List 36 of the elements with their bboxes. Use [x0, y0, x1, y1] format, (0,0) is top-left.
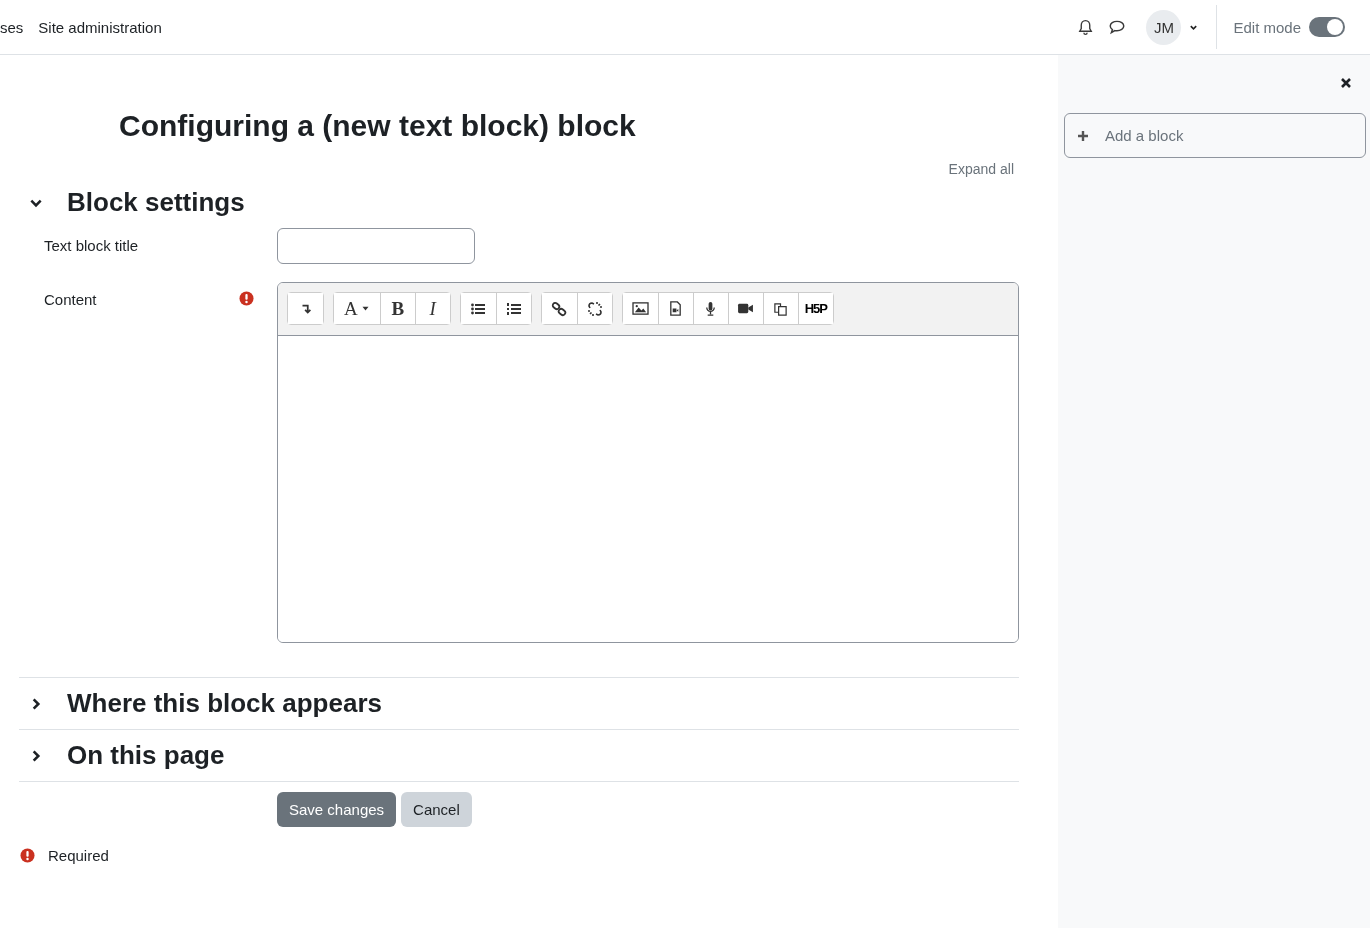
- caret-icon: [360, 305, 370, 312]
- section-heading[interactable]: Block settings: [67, 187, 245, 218]
- chat-bubble-icon[interactable]: [1108, 18, 1127, 36]
- unlink-button[interactable]: [576, 293, 612, 324]
- cancel-button[interactable]: Cancel: [401, 792, 472, 827]
- field-label: Text block title: [44, 237, 139, 254]
- add-block-button[interactable]: Add a block: [1064, 113, 1366, 158]
- edit-mode-toggle[interactable]: [1309, 17, 1345, 37]
- save-button[interactable]: Save changes: [277, 792, 397, 827]
- edit-mode-label: Edit mode: [1233, 18, 1301, 36]
- file-icon: [668, 301, 684, 316]
- numbered-list-icon: [505, 300, 522, 317]
- title-input-field[interactable]: [277, 228, 475, 264]
- collapse-button[interactable]: [288, 293, 323, 324]
- required-note: Required: [48, 847, 109, 864]
- logo-button[interactable]: H5P: [797, 293, 834, 324]
- plus-icon: [1077, 129, 1089, 142]
- field-label: Content: [44, 291, 97, 308]
- page-title: Configuring a (new text block) block: [119, 108, 637, 144]
- bell-icon[interactable]: [1077, 18, 1095, 36]
- expand-all-link[interactable]: Expand all: [948, 161, 1014, 177]
- video-camera-icon: [737, 302, 755, 315]
- broken-link-icon: [586, 300, 603, 317]
- section-heading[interactable]: On this page: [67, 740, 225, 771]
- link-icon: [551, 300, 568, 317]
- required-icon: [20, 848, 35, 863]
- nav-link[interactable]: ses: [0, 18, 24, 36]
- copy-icon: [773, 301, 789, 316]
- user-avatar[interactable]: JM: [1146, 9, 1182, 45]
- close-icon[interactable]: [1340, 77, 1352, 89]
- numbers-button[interactable]: [495, 293, 531, 324]
- italic-button[interactable]: I: [414, 293, 450, 324]
- font-label: A: [344, 297, 358, 320]
- section-heading[interactable]: Where this block appears: [67, 688, 382, 719]
- image-icon: [631, 301, 649, 316]
- nav-link[interactable]: Site administration: [38, 18, 162, 36]
